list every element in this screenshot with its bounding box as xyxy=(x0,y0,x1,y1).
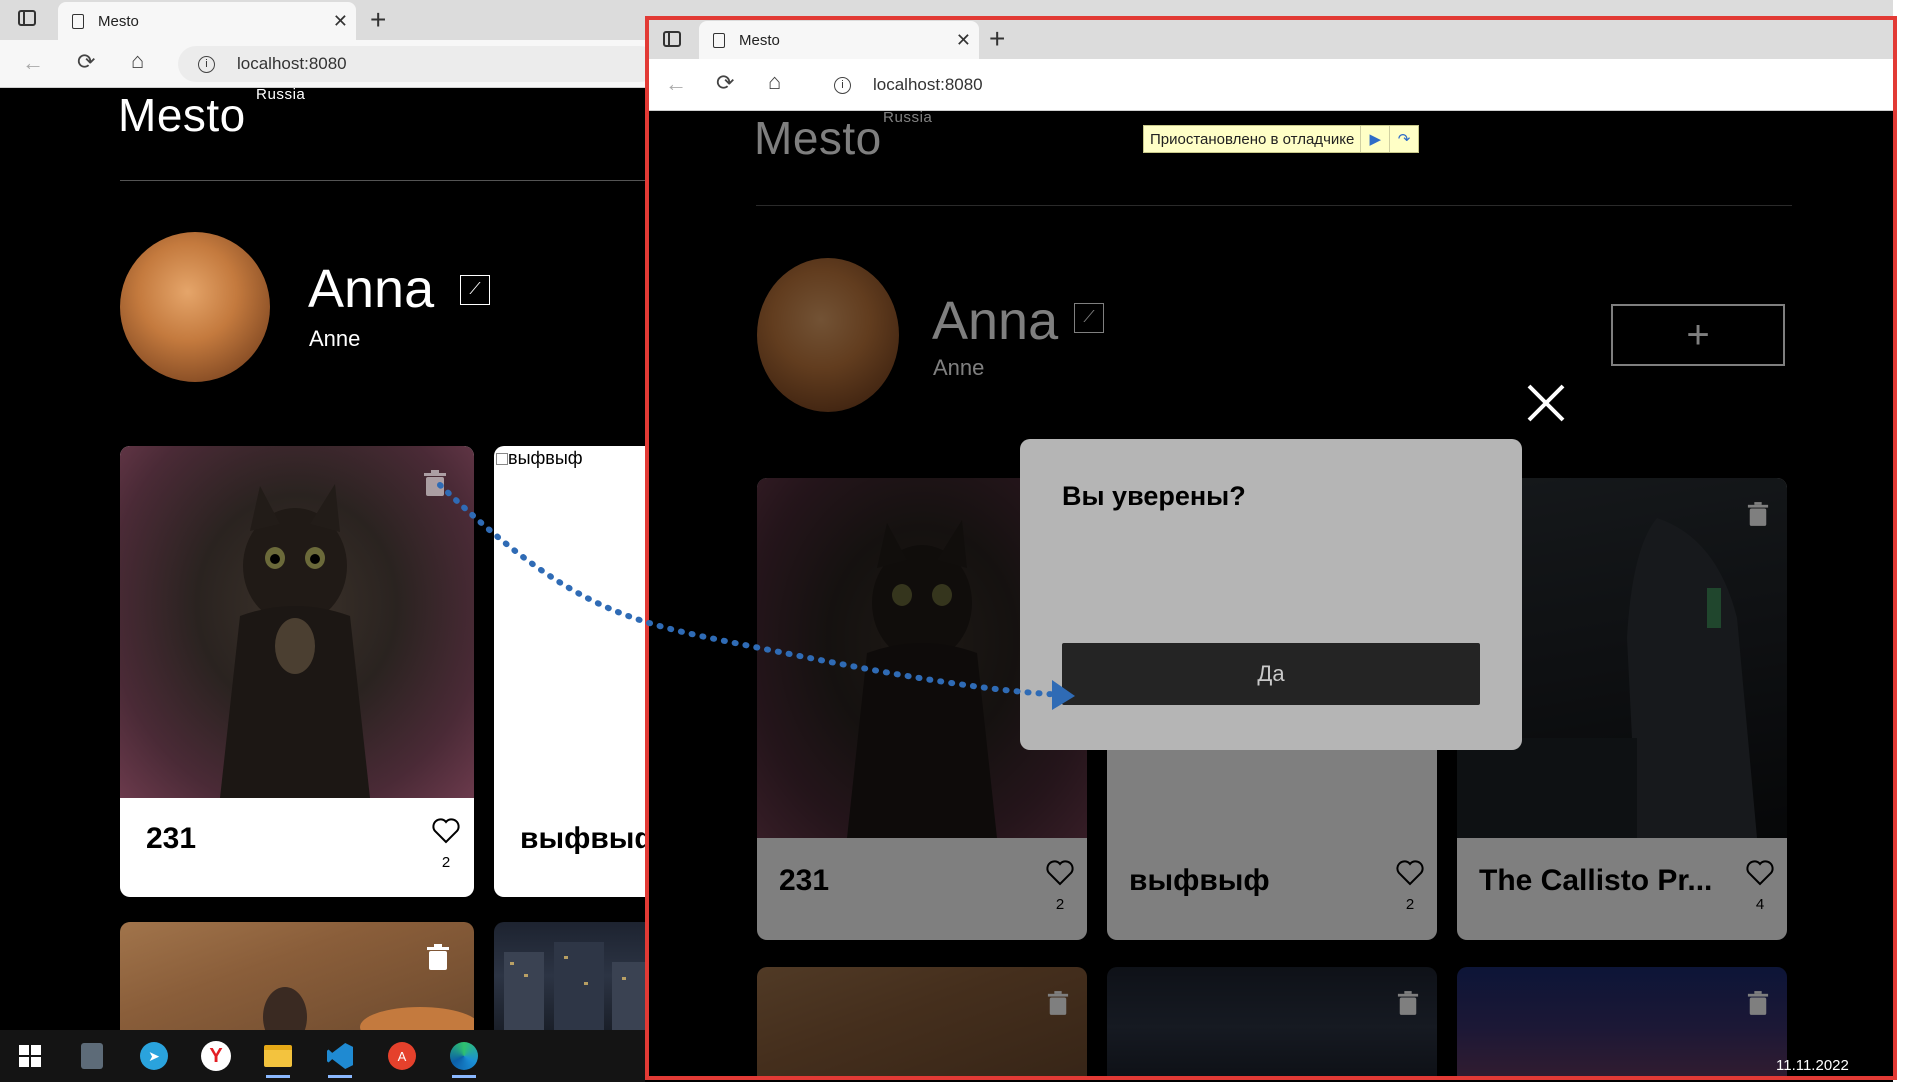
folder-glyph xyxy=(264,1045,292,1067)
broken-image-alt[interactable]: выфвыф xyxy=(496,448,583,469)
debugger-paused-banner: Приостановлено в отладчике ▶ ↷ xyxy=(1143,125,1419,153)
back-like-count: 2 xyxy=(441,854,451,871)
cat-illustration xyxy=(220,484,370,798)
back-card-delete-button[interactable] xyxy=(423,470,447,501)
pencil-icon: ⟋ xyxy=(469,281,481,298)
vscode-icon[interactable] xyxy=(320,1038,360,1078)
debugger-paused-text: Приостановлено в отладчике xyxy=(1150,130,1355,148)
back-arrow-icon[interactable]: ← xyxy=(665,73,687,95)
resume-icon[interactable]: ▶ xyxy=(1360,126,1389,152)
translate-icon[interactable]: A xyxy=(382,1038,422,1074)
city-illustration xyxy=(504,942,652,1030)
back-logo[interactable]: Mesto Russia xyxy=(118,86,305,142)
back-tab-title: Mesto xyxy=(98,12,139,30)
desktop-edge xyxy=(1893,0,1920,1082)
home-icon[interactable]: ⌂ xyxy=(768,71,781,93)
yandex-browser-icon[interactable]: Y xyxy=(196,1038,236,1074)
trash-icon xyxy=(424,470,446,496)
page-icon xyxy=(72,13,84,29)
edge-icon[interactable] xyxy=(444,1038,484,1078)
dog-illustration xyxy=(263,987,474,1030)
info-icon: i xyxy=(834,76,851,94)
telegram-glyph: ➤ xyxy=(140,1042,168,1070)
back-like-button[interactable] xyxy=(431,818,461,849)
confirm-delete-popup: Вы уверены? Да xyxy=(1020,439,1522,750)
back-arrow-icon[interactable]: ← xyxy=(22,52,44,74)
home-icon[interactable]: ⌂ xyxy=(131,50,144,72)
page-icon xyxy=(713,32,725,48)
reload-icon[interactable]: ⟳ xyxy=(716,72,734,94)
close-icon xyxy=(1527,384,1565,422)
front-browser-window: Mesto ✕ + ← ⟳ ⌂ i localhost:8080 MestoRu… xyxy=(649,19,1893,1077)
edge-glyph xyxy=(450,1042,478,1070)
back-avatar[interactable] xyxy=(120,232,270,382)
front-url-text: localhost:8080 xyxy=(873,75,983,94)
close-tab-icon[interactable]: ✕ xyxy=(325,11,356,32)
broken-image-alt-text: выфвыф xyxy=(508,448,583,468)
sidebar-toggle-icon[interactable] xyxy=(18,10,36,26)
back-card-title: выфвыф xyxy=(520,822,654,855)
calculator-icon[interactable] xyxy=(72,1038,112,1074)
new-tab-icon[interactable]: + xyxy=(370,4,386,36)
back-logo-text: Mesto xyxy=(118,89,246,141)
telegram-icon[interactable]: ➤ xyxy=(134,1038,174,1074)
sidebar-toggle-icon[interactable] xyxy=(663,31,681,47)
popup-title: Вы уверены? xyxy=(1062,481,1246,511)
windows-logo-icon xyxy=(19,1045,41,1067)
back-edit-profile-button[interactable]: ⟋ xyxy=(460,275,490,305)
back-header-divider xyxy=(120,180,645,181)
back-profile-name: Anna xyxy=(308,259,435,319)
back-card: 231 2 xyxy=(120,446,474,897)
back-card[interactable] xyxy=(494,922,654,1030)
back-card[interactable] xyxy=(120,922,474,1030)
back-url-text: localhost:8080 xyxy=(237,54,347,73)
clock-date: 11.11.2022 xyxy=(1776,1057,1849,1074)
back-profile-about: Anne xyxy=(309,326,361,351)
step-over-icon[interactable]: ↷ xyxy=(1389,126,1418,152)
back-card: выфвыф выфвыф xyxy=(494,446,654,897)
front-address-bar: ← ⟳ ⌂ i localhost:8080 xyxy=(649,59,1893,111)
new-tab-icon[interactable]: + xyxy=(989,23,1005,55)
broken-image-icon xyxy=(496,453,508,465)
confirm-yes-button[interactable]: Да xyxy=(1062,643,1480,705)
taskbar: ➤ Y A xyxy=(0,1030,645,1082)
back-tab[interactable]: Mesto ✕ xyxy=(58,2,356,40)
front-url-field[interactable]: i localhost:8080 xyxy=(814,67,1884,103)
front-tab-bar: Mesto ✕ + xyxy=(649,19,1893,59)
front-tab-title: Mesto xyxy=(739,31,780,49)
back-card-image[interactable] xyxy=(120,446,474,798)
reload-icon[interactable]: ⟳ xyxy=(77,51,95,73)
back-card-title: 231 xyxy=(146,822,197,855)
back-url-field[interactable]: i localhost:8080 xyxy=(178,46,658,82)
calculator-glyph xyxy=(81,1043,103,1069)
file-explorer-icon[interactable] xyxy=(258,1038,298,1078)
translate-glyph: A xyxy=(388,1042,416,1070)
windows-start-icon[interactable] xyxy=(10,1038,50,1074)
front-tab[interactable]: Mesto ✕ xyxy=(699,21,979,59)
popup-close-button[interactable] xyxy=(1526,383,1566,428)
back-logo-sub: Russia xyxy=(256,86,306,103)
info-icon: i xyxy=(198,55,215,73)
yandex-glyph: Y xyxy=(201,1041,231,1071)
confirm-yes-label: Да xyxy=(1257,661,1285,686)
close-tab-icon[interactable]: ✕ xyxy=(948,30,979,51)
vscode-glyph xyxy=(327,1043,353,1069)
heart-icon xyxy=(432,818,460,844)
